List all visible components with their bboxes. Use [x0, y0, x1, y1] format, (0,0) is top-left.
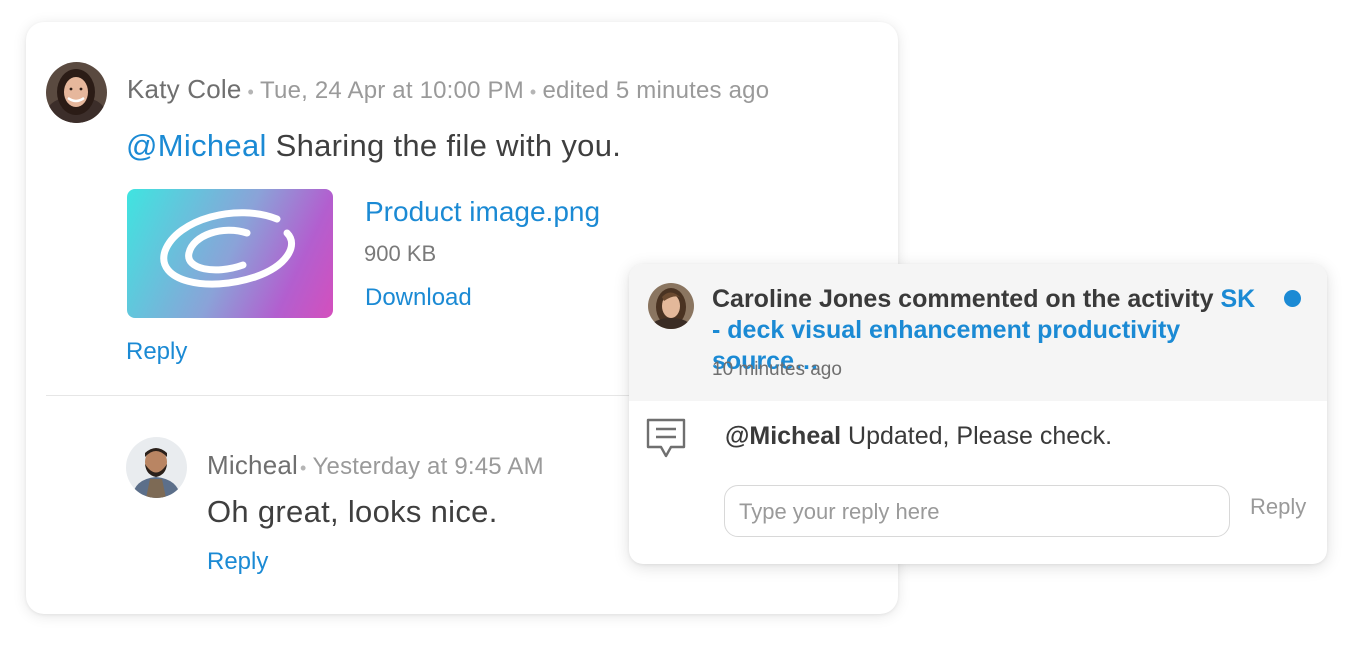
comment-author[interactable]: Katy Cole	[127, 74, 242, 104]
separator-dot: •	[529, 82, 537, 102]
comment-bubble-icon	[645, 417, 687, 466]
notification-card[interactable]: Caroline Jones commented on the activity…	[629, 264, 1327, 564]
stage: Katy Cole • Tue, 24 Apr at 10:00 PM • edited…	[0, 0, 1354, 646]
reply-link-nested[interactable]: Reply	[207, 548, 268, 576]
comment-message: @Micheal Sharing the file with you.	[126, 128, 621, 164]
avatar-katy-cole[interactable]	[46, 62, 107, 123]
logo-swirl-icon	[160, 209, 295, 288]
attachment-name[interactable]: Product image.png	[365, 196, 600, 228]
separator-dot: •	[247, 82, 255, 102]
avatar-caroline-jones[interactable]	[648, 283, 694, 329]
notification-comment: @Micheal Updated, Please check.	[725, 422, 1112, 451]
unread-indicator	[1284, 290, 1301, 307]
reply-link[interactable]: Reply	[126, 338, 187, 366]
mention-link[interactable]: @Micheal	[126, 128, 267, 163]
reply-input[interactable]	[724, 485, 1230, 537]
download-link[interactable]: Download	[365, 284, 472, 312]
comment-timestamp: Tue, 24 Apr at 10:00 PM	[260, 77, 524, 104]
comment-edited-label: edited 5 minutes ago	[542, 77, 770, 104]
notification-mention[interactable]: @Micheal	[725, 422, 841, 450]
comment-text: Sharing the file with you.	[266, 128, 622, 163]
notification-comment-text: Updated, Please check.	[841, 422, 1113, 450]
attachment-size: 900 KB	[364, 241, 437, 266]
notification-time: 10 minutes ago	[712, 359, 842, 380]
notification-actor-text: Caroline Jones commented on the activity	[712, 285, 1221, 313]
avatar-micheal[interactable]	[126, 437, 187, 498]
attachment-thumbnail[interactable]	[127, 189, 333, 318]
reply-meta: Micheal • Yesterday at 9:45 AM	[207, 450, 544, 481]
reply-message: Oh great, looks nice.	[207, 494, 498, 529]
reply-author[interactable]: Micheal	[207, 450, 298, 480]
separator-dot: •	[300, 458, 307, 478]
comment-meta: Katy Cole • Tue, 24 Apr at 10:00 PM • edited…	[127, 74, 769, 105]
reply-button[interactable]: Reply	[1250, 494, 1306, 520]
reply-timestamp: Yesterday at 9:45 AM	[312, 453, 544, 480]
